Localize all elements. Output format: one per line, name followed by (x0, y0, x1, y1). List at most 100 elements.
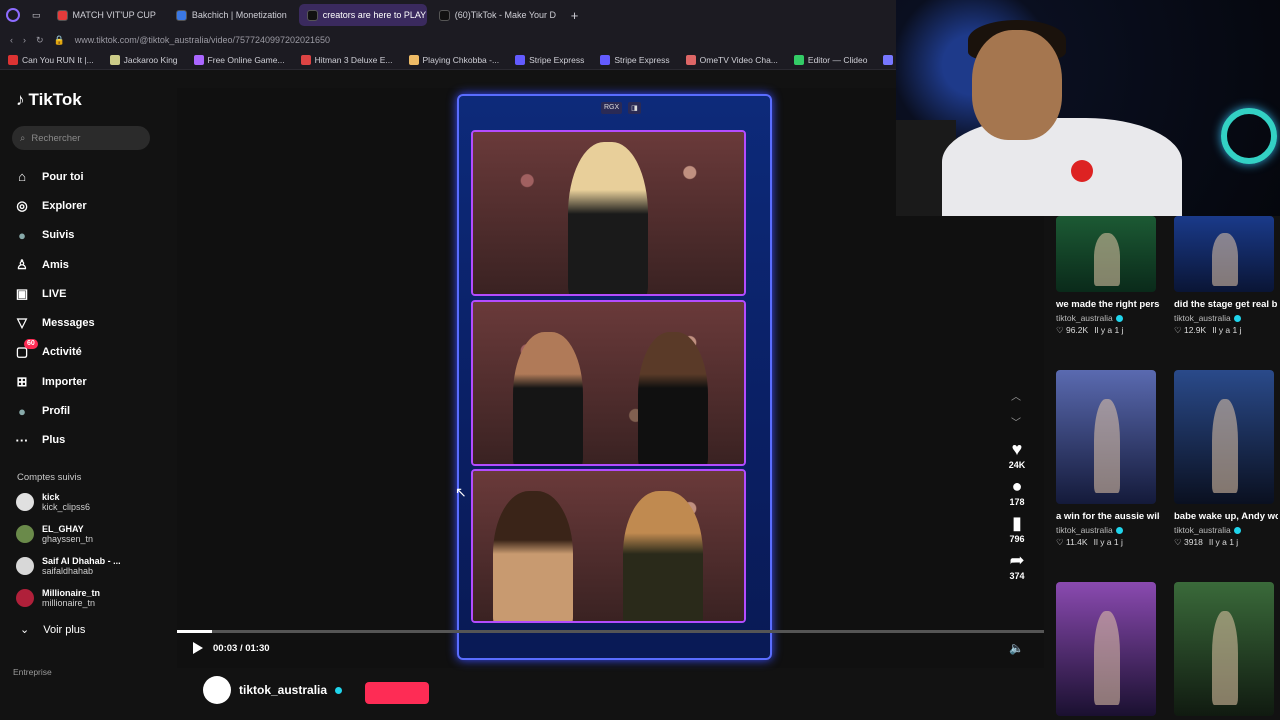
following-avatar-icon: ● (18, 227, 26, 243)
friends-icon: ♙ (16, 256, 28, 272)
enterprise-link[interactable]: Entreprise (13, 667, 52, 677)
comment-icon[interactable]: ● (1012, 475, 1023, 497)
sidebar-item-activit-[interactable]: ▢ 60 Activité (14, 338, 164, 367)
related-video-thumbnail[interactable] (1174, 370, 1274, 504)
comment-count: 178 (1009, 497, 1025, 507)
follow-button[interactable] (365, 682, 429, 704)
related-video-card[interactable] (1174, 582, 1278, 716)
search-input[interactable]: Rechercher (31, 133, 80, 144)
share-icon[interactable]: ➦ (1009, 549, 1024, 571)
url-field[interactable]: www.tiktok.com/@tiktok_australia/video/7… (75, 35, 330, 45)
related-video-title[interactable]: we made the right person famous, the... (1056, 297, 1160, 312)
bookmark-favicon-icon (300, 54, 311, 65)
sidebar-item-amis[interactable]: ♙ Amis (14, 250, 164, 279)
sidebar-item-profil[interactable]: ● Profil (14, 396, 164, 425)
play-icon[interactable] (193, 642, 203, 654)
tab-2[interactable]: creators are here to PLAY (298, 4, 427, 26)
account-handle: ghayssen_tn (42, 534, 94, 544)
bookmark-1[interactable]: Jackaroo King (109, 54, 178, 65)
tiktok-logo[interactable]: ♪ TikTok (16, 90, 82, 110)
sidebar-item-explorer[interactable]: ◎ Explorer (14, 191, 164, 220)
account-handle: kick_clipss6 (42, 502, 91, 512)
video-panel-middle (471, 300, 746, 466)
chevron-down-icon: ⌄ (20, 624, 30, 636)
followed-account-0[interactable]: kick kick_clipss6 (16, 492, 166, 512)
heart-action[interactable]: ♥ 24K (997, 438, 1037, 470)
tab-workspaces[interactable]: ▭ (28, 4, 45, 26)
bookmark-action[interactable]: ▮ 796 (997, 512, 1037, 544)
search-box[interactable]: ⌕ Rechercher (12, 126, 150, 150)
bookmark-0[interactable]: Can You RUN It |... (8, 54, 94, 65)
new-tab-button[interactable]: + (563, 4, 587, 26)
tab-label: MATCH VIT'UP CUP (72, 10, 156, 20)
bookmark-icon[interactable]: ▮ (1012, 512, 1022, 534)
previous-video-icon[interactable]: ︿ (1011, 388, 1021, 403)
sidebar-item-importer[interactable]: ⊞ Importer (14, 367, 164, 396)
related-video-likes: ♡ 11.4K (1056, 537, 1088, 547)
screen: ▭ MATCH VIT'UP CUP Bakchich | Monetizatio… (0, 0, 1280, 720)
bookmark-2[interactable]: Free Online Game... (193, 54, 285, 65)
followed-account-1[interactable]: EL_GHAY ghayssen_tn (16, 524, 166, 544)
related-video-card[interactable]: did the stage get real blurry during...t… (1174, 216, 1278, 336)
related-video-thumbnail[interactable] (1174, 216, 1274, 292)
share-action[interactable]: ➦ 374 (997, 549, 1037, 581)
forward-icon[interactable]: › (23, 35, 26, 45)
sidebar-item-messages[interactable]: ▽ Messages (14, 308, 164, 337)
account-name: Millionaire_tn (42, 588, 101, 598)
next-video-icon[interactable]: ﹀ (1011, 414, 1021, 429)
opera-logo-icon[interactable] (6, 8, 20, 22)
related-video-author[interactable]: tiktok_australia (1056, 525, 1160, 535)
tab-1[interactable]: Bakchich | Monetization (168, 4, 295, 26)
related-video-likes: ♡ 3918 (1174, 537, 1203, 547)
related-video-card[interactable]: a win for the aussie wildlife 🥹 ...tikto… (1056, 370, 1160, 548)
author-name[interactable]: tiktok_australia (239, 683, 327, 697)
bookmark-4[interactable]: Playing Chkobba -... (408, 54, 499, 65)
bookmark-7[interactable]: OmeTV Video Cha... (685, 54, 778, 65)
account-avatar[interactable] (16, 493, 34, 511)
pip-icon[interactable]: ◨ (628, 102, 641, 114)
account-avatar[interactable] (16, 525, 34, 543)
sidebar-item-suivis[interactable]: ● Suivis (14, 221, 164, 250)
tab-3[interactable]: (60)TikTok - Make Your D (431, 4, 559, 26)
volume-icon[interactable]: 🔈 (1009, 641, 1024, 655)
sidebar-item-plus[interactable]: ··· Plus (14, 426, 164, 455)
related-video-author[interactable]: tiktok_australia (1174, 313, 1278, 323)
related-video-thumbnail[interactable] (1056, 370, 1156, 504)
related-video-title[interactable]: did the stage get real blurry during... (1174, 297, 1278, 312)
related-video-title[interactable]: a win for the aussie wildlife 🥹 ... (1056, 509, 1160, 524)
main-nav: ⌂ Pour toi ◎ Explorer ● Suivis ♙ Amis ▣ LIVE ▽ Mess… (14, 162, 164, 455)
tab-0[interactable]: MATCH VIT'UP CUP (49, 4, 164, 26)
bookmark-6[interactable]: Stripe Express (600, 54, 670, 65)
sidebar-item-live[interactable]: ▣ LIVE (14, 279, 164, 308)
account-avatar[interactable] (16, 557, 34, 575)
related-video-author[interactable]: tiktok_australia (1056, 313, 1160, 323)
video-author[interactable]: tiktok_australia (203, 676, 343, 704)
video-progress-bar[interactable] (177, 630, 1044, 633)
sidebar-item-label: Explorer (42, 199, 87, 212)
heart-icon[interactable]: ♥ (1012, 438, 1023, 460)
account-avatar[interactable] (16, 589, 34, 607)
related-video-card[interactable] (1056, 582, 1160, 716)
related-video-card[interactable]: babe wake up, Andy won a TikTok Awar...t… (1174, 370, 1278, 548)
sidebar-item-label: Amis (42, 258, 69, 271)
related-video-thumbnail[interactable] (1056, 582, 1156, 716)
sidebar-item-pour-toi[interactable]: ⌂ Pour toi (14, 162, 164, 191)
author-avatar[interactable] (203, 676, 231, 704)
video-frame[interactable]: RGX ◨ (457, 94, 772, 660)
related-video-age: Il y a 1 j (1212, 325, 1242, 335)
related-video-thumbnail[interactable] (1056, 216, 1156, 292)
comment-action[interactable]: ● 178 (997, 475, 1037, 507)
related-video-author[interactable]: tiktok_australia (1174, 525, 1278, 535)
bookmark-3[interactable]: Hitman 3 Deluxe E... (300, 54, 393, 65)
related-video-card[interactable]: we made the right person famous, the...t… (1056, 216, 1160, 336)
related-video-title[interactable]: babe wake up, Andy won a TikTok Awar... (1174, 509, 1278, 524)
followed-account-2[interactable]: Saif Al Dhahab - ... saifaldhahab (16, 556, 166, 576)
current-time: 00:03 (213, 642, 238, 654)
back-icon[interactable]: ‹ (10, 35, 13, 45)
see-more-button[interactable]: ⌄ Voir plus (20, 623, 85, 637)
related-video-thumbnail[interactable] (1174, 582, 1274, 716)
reload-icon[interactable]: ↻ (36, 35, 44, 46)
bookmark-8[interactable]: Editor — Clideo (793, 54, 867, 65)
followed-account-3[interactable]: Millionaire_tn millionaire_tn (16, 588, 166, 608)
bookmark-5[interactable]: Stripe Express (515, 54, 584, 65)
